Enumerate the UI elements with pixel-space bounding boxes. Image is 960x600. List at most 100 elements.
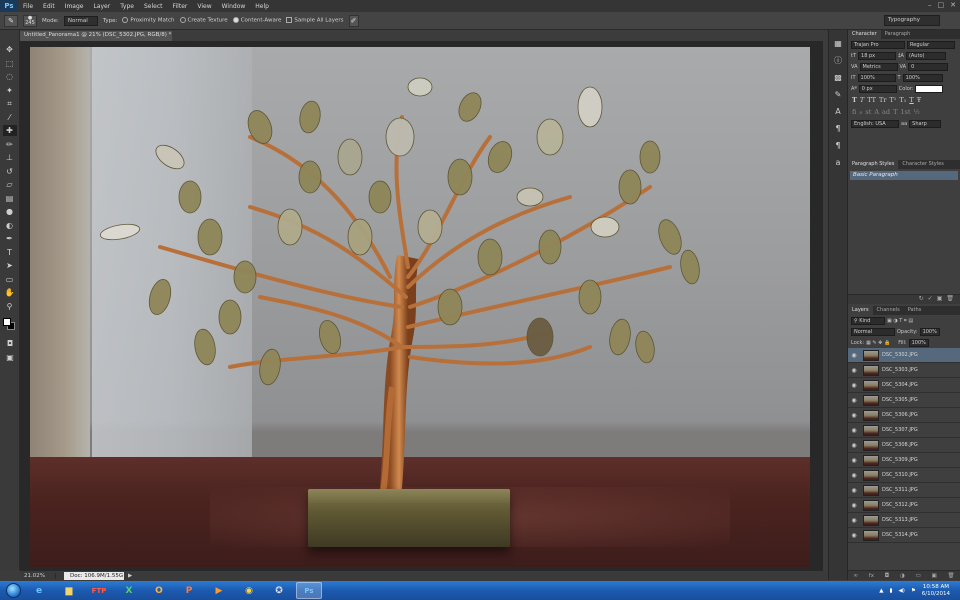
font-family-select[interactable]: Trajan Pro xyxy=(851,40,905,49)
ligatures-button[interactable]: fi xyxy=(852,108,856,116)
swash-button[interactable]: A xyxy=(874,108,879,116)
marquee-tool-icon[interactable]: ⬚ xyxy=(3,58,17,69)
blend-mode-select[interactable]: Normal xyxy=(851,327,895,336)
visibility-eye-icon[interactable]: ◉ xyxy=(848,502,860,509)
foreground-color-swatch[interactable] xyxy=(3,318,11,326)
layer-name[interactable]: DSC_5302.JPG xyxy=(882,352,918,358)
visibility-eye-icon[interactable]: ◉ xyxy=(848,382,860,389)
pen-tool-icon[interactable]: ✒ xyxy=(3,233,17,244)
menu-file[interactable]: File xyxy=(18,3,38,10)
vertical-scale-field[interactable]: 100% xyxy=(857,73,896,82)
clock[interactable]: 10:58 AM 6/10/2014 xyxy=(922,584,950,597)
layer-name[interactable]: DSC_5311.JPG xyxy=(882,487,918,493)
basic-paragraph-style[interactable]: Basic Paragraph xyxy=(850,171,958,180)
layer-name[interactable]: DSC_5305.JPG xyxy=(882,397,918,403)
minimize-button[interactable]: – xyxy=(928,1,932,9)
menu-type[interactable]: Type xyxy=(115,3,139,10)
menu-window[interactable]: Window xyxy=(217,3,251,10)
font-size-field[interactable]: 18 px xyxy=(858,51,897,60)
menu-help[interactable]: Help xyxy=(250,3,274,10)
tab-character[interactable]: Character xyxy=(848,30,881,39)
healing-brush-tool-icon[interactable]: ✚ xyxy=(2,125,17,136)
small-caps-button[interactable]: Tr xyxy=(879,96,886,104)
layer-row[interactable]: ◉ DSC_5304.JPG xyxy=(848,378,960,393)
layer-row[interactable]: ◉ DSC_5305.JPG xyxy=(848,393,960,408)
subscript-button[interactable]: T₁ xyxy=(899,96,906,104)
media-player-icon[interactable]: ▶ xyxy=(206,582,232,599)
layer-row[interactable]: ◉ DSC_5312.JPG xyxy=(848,498,960,513)
eyedropper-tool-icon[interactable]: ⁄ xyxy=(3,112,17,123)
eraser-tool-icon[interactable]: ▱ xyxy=(3,179,17,190)
horizontal-scale-field[interactable]: 100% xyxy=(902,73,943,82)
visibility-eye-icon[interactable]: ◉ xyxy=(848,397,860,404)
antialias-select[interactable]: Sharp xyxy=(909,119,942,128)
app-icon[interactable]: ✪ xyxy=(266,582,292,599)
contextual-alternates-button[interactable]: ℴ xyxy=(859,108,862,116)
visibility-eye-icon[interactable]: ◉ xyxy=(848,367,860,374)
faux-bold-button[interactable]: T xyxy=(852,96,857,104)
canvas-area[interactable] xyxy=(20,41,823,571)
strikethrough-button[interactable]: Ŧ xyxy=(917,96,921,104)
tab-paragraph-styles[interactable]: Paragraph Styles xyxy=(848,160,899,169)
brush-preset-picker[interactable]: ● 245 xyxy=(23,14,37,27)
adjustment-layer-icon[interactable]: ◑ xyxy=(900,573,905,579)
layer-filter-icons[interactable]: ▣ ◑ T ⌗ ▤ xyxy=(887,318,913,324)
photoshop-icon[interactable]: Ps xyxy=(296,582,322,599)
paragraph-panel-icon[interactable]: ¶ xyxy=(832,123,844,135)
superscript-button[interactable]: T¹ xyxy=(889,96,896,104)
history-brush-tool-icon[interactable]: ↺ xyxy=(3,166,17,177)
tab-paragraph[interactable]: Paragraph xyxy=(881,30,915,39)
visibility-eye-icon[interactable]: ◉ xyxy=(848,412,860,419)
zoom-level[interactable]: 21.02% xyxy=(20,573,56,579)
brush-icon[interactable]: ✎ xyxy=(832,89,844,101)
add-mask-icon[interactable]: ◘ xyxy=(885,573,889,579)
stylistic-alternates-button[interactable]: ad xyxy=(882,108,890,116)
language-select[interactable]: English: USA xyxy=(851,119,899,128)
opacity-field[interactable]: 100% xyxy=(919,327,940,336)
layer-name[interactable]: DSC_5309.JPG xyxy=(882,457,918,463)
dodge-tool-icon[interactable]: ◐ xyxy=(3,220,17,231)
delete-style-icon[interactable]: 🗑 xyxy=(946,295,954,304)
visibility-eye-icon[interactable]: ◉ xyxy=(848,517,860,524)
tab-paths[interactable]: Paths xyxy=(904,306,926,315)
layer-name[interactable]: DSC_5310.JPG xyxy=(882,472,918,478)
explorer-icon[interactable]: ▆ xyxy=(56,582,82,599)
network-icon[interactable]: ▮ xyxy=(889,588,892,594)
layer-name[interactable]: DSC_5314.JPG xyxy=(882,532,918,538)
shape-tool-icon[interactable]: ▭ xyxy=(3,274,17,285)
menu-view[interactable]: View xyxy=(192,3,216,10)
maximize-button[interactable]: □ xyxy=(938,1,945,9)
kerning-field[interactable]: Metrics xyxy=(859,62,898,71)
layer-style-icon[interactable]: fx xyxy=(869,573,874,579)
baseline-shift-field[interactable]: 0 px xyxy=(858,84,897,93)
quick-select-tool-icon[interactable]: ✦ xyxy=(3,85,17,96)
glyphs-icon[interactable]: a xyxy=(832,157,844,169)
layer-name[interactable]: DSC_5308.JPG xyxy=(882,442,918,448)
powerpoint-icon[interactable]: P xyxy=(176,582,202,599)
layer-row[interactable]: ◉ DSC_5311.JPG xyxy=(848,483,960,498)
brush-tool-icon[interactable]: ✏ xyxy=(3,139,17,150)
delete-layer-icon[interactable]: 🗑 xyxy=(948,573,955,579)
layer-name[interactable]: DSC_5307.JPG xyxy=(882,427,918,433)
text-color-swatch[interactable] xyxy=(915,84,944,93)
content-aware-radio[interactable]: Content-Aware xyxy=(232,17,281,24)
ie-icon[interactable]: e xyxy=(26,582,52,599)
faux-italic-button[interactable]: T xyxy=(860,96,864,104)
tab-character-styles[interactable]: Character Styles xyxy=(898,160,947,169)
visibility-eye-icon[interactable]: ◉ xyxy=(848,457,860,464)
layer-row[interactable]: ◉ DSC_5306.JPG xyxy=(848,408,960,423)
layer-filter-kind[interactable]: ⚲ Kind xyxy=(851,316,885,325)
photo-wire-tree[interactable] xyxy=(30,47,810,567)
menu-select[interactable]: Select xyxy=(139,3,168,10)
path-select-tool-icon[interactable]: ➤ xyxy=(3,260,17,271)
history-icon[interactable]: ▦ xyxy=(832,38,844,50)
document-tab[interactable]: Untitled_Panorama1 @ 21% (DSC_5302.JPG, … xyxy=(20,31,172,41)
hand-tool-icon[interactable]: ✋ xyxy=(3,287,17,298)
gradient-tool-icon[interactable]: ▤ xyxy=(3,193,17,204)
layer-name[interactable]: DSC_5306.JPG xyxy=(882,412,918,418)
start-button[interactable] xyxy=(0,581,26,600)
layer-row[interactable]: ◉ DSC_5310.JPG xyxy=(848,468,960,483)
flag-icon[interactable]: ⚑ xyxy=(911,588,916,594)
layer-name[interactable]: DSC_5303.JPG xyxy=(882,367,918,373)
clear-override-icon[interactable]: ↻ xyxy=(919,295,924,304)
